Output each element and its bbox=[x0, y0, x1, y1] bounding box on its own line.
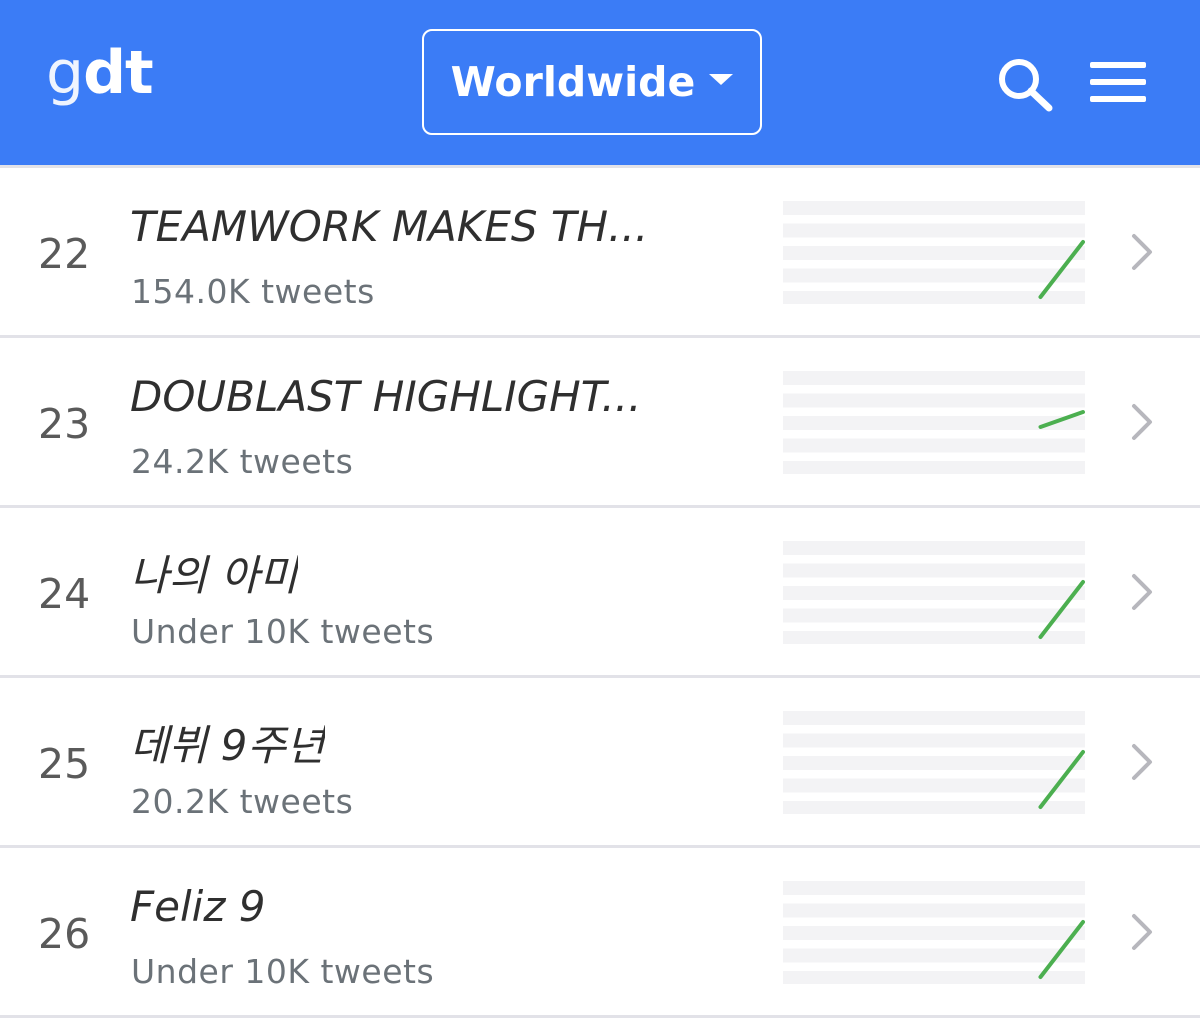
sparkline-band bbox=[783, 608, 1085, 623]
sparkline-band bbox=[783, 393, 1085, 408]
trend-tweet-count: Under 10K tweets bbox=[131, 952, 435, 991]
sparkline-band bbox=[783, 733, 1085, 748]
trend-row[interactable]: 22 TEAMWORK MAKES TH... 154.0K tweets bbox=[0, 165, 1200, 335]
trend-tweet-count: 20.2K tweets bbox=[131, 782, 354, 821]
sparkline-band bbox=[783, 711, 1085, 725]
trend-rank: 22 bbox=[38, 230, 91, 278]
caret-down-icon bbox=[709, 73, 734, 85]
sparkline-band bbox=[783, 246, 1085, 260]
trend-topic: Feliz 9 bbox=[130, 882, 266, 931]
sparkline-band bbox=[783, 926, 1085, 940]
sparkline-band bbox=[783, 541, 1085, 555]
trend-row[interactable]: 23 DOUBLAST HIGHLIGHT... 24.2K tweets bbox=[0, 335, 1200, 505]
trend-rank: 25 bbox=[38, 740, 91, 788]
logo-dt: dt bbox=[83, 38, 154, 108]
trend-rank: 24 bbox=[38, 570, 91, 618]
trend-sparkline bbox=[783, 881, 1085, 984]
trend-row[interactable]: 25 데뷔 9주년 20.2K tweets bbox=[0, 675, 1200, 845]
trend-tweet-count: 24.2K tweets bbox=[131, 442, 354, 481]
trend-topic: DOUBLAST HIGHLIGHT... bbox=[130, 372, 642, 421]
trend-sparkline bbox=[783, 371, 1085, 474]
sparkline-band bbox=[783, 201, 1085, 215]
sparkline-band bbox=[783, 438, 1085, 453]
list-divider bbox=[0, 1015, 1200, 1018]
trend-row[interactable]: 26 Feliz 9 Under 10K tweets bbox=[0, 845, 1200, 1015]
search-icon[interactable] bbox=[996, 56, 1058, 112]
gdt-logo[interactable]: gdt bbox=[46, 38, 154, 108]
trend-topic: 나의 아미 bbox=[130, 551, 298, 600]
region-dropdown-button[interactable]: Worldwide bbox=[422, 29, 762, 135]
trend-topic: TEAMWORK MAKES TH... bbox=[130, 202, 649, 251]
trend-row[interactable]: 24 나의 아미 Under 10K tweets bbox=[0, 505, 1200, 675]
trend-sparkline bbox=[783, 201, 1085, 304]
sparkline-band bbox=[783, 461, 1085, 474]
sparkline-band bbox=[783, 268, 1085, 283]
sparkline-band bbox=[783, 223, 1085, 238]
region-label: Worldwide bbox=[450, 58, 696, 106]
menu-icon[interactable] bbox=[1090, 62, 1146, 102]
trend-rank: 23 bbox=[38, 400, 91, 448]
trend-sparkline bbox=[783, 711, 1085, 814]
sparkline-band bbox=[783, 881, 1085, 895]
chevron-right-icon bbox=[1132, 234, 1152, 270]
chevron-right-icon bbox=[1132, 914, 1152, 950]
chevron-right-icon bbox=[1132, 744, 1152, 780]
trend-topic: 데뷔 9주년 bbox=[130, 721, 325, 770]
app-header: gdt Worldwide bbox=[0, 0, 1200, 165]
trend-sparkline bbox=[783, 541, 1085, 644]
sparkline-band bbox=[783, 586, 1085, 600]
trend-tweet-count: 154.0K tweets bbox=[131, 272, 375, 311]
trend-rank: 26 bbox=[38, 910, 91, 958]
sparkline-band bbox=[783, 778, 1085, 793]
chevron-right-icon bbox=[1132, 404, 1152, 440]
sparkline-band bbox=[783, 563, 1085, 578]
logo-g: g bbox=[46, 38, 84, 108]
sparkline-band bbox=[783, 756, 1085, 770]
sparkline-band bbox=[783, 371, 1085, 385]
sparkline-band bbox=[783, 903, 1085, 918]
sparkline-band bbox=[783, 948, 1085, 963]
trend-tweet-count: Under 10K tweets bbox=[131, 612, 435, 651]
chevron-right-icon bbox=[1132, 574, 1152, 610]
